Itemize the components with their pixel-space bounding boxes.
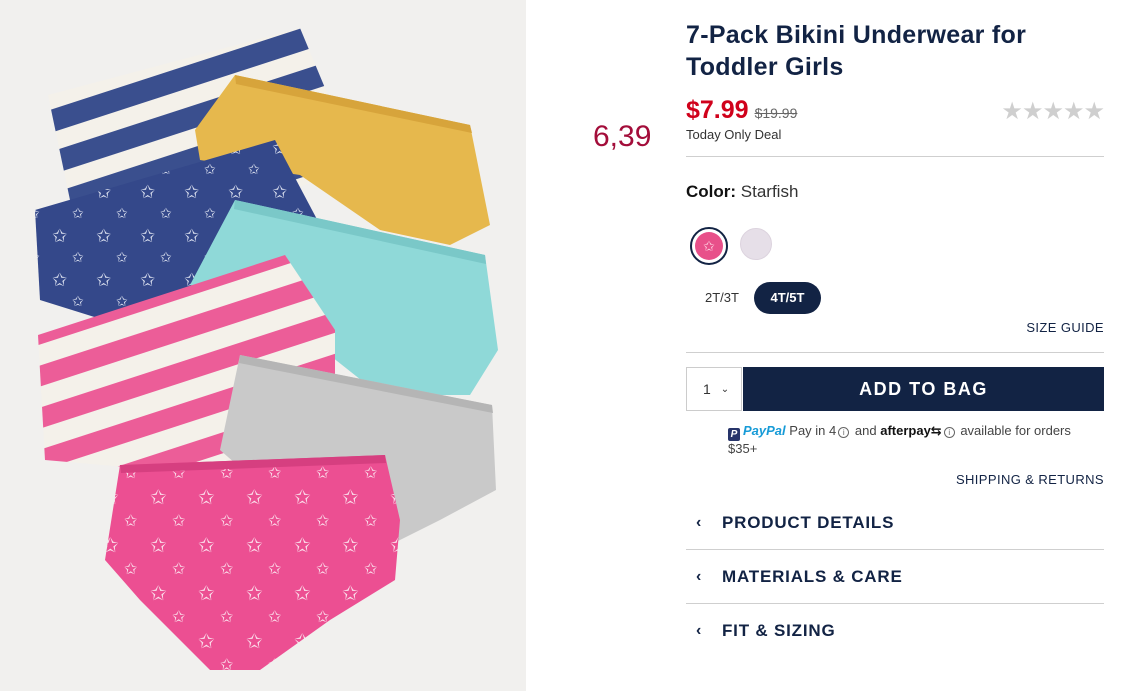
quantity-select[interactable]: 1 ⌄ [686,367,742,411]
product-image: ✩ ✩ ✩ ✩ [0,0,526,691]
product-info-panel: 7-Pack Bikini Underwear for Toddler Girl… [686,0,1105,691]
accordion-label: PRODUCT DETAILS [722,513,895,532]
divider [686,352,1104,353]
shipping-returns-link[interactable]: SHIPPING & RETURNS [956,472,1104,487]
info-icon[interactable]: i [838,427,850,438]
and-text: and [854,423,877,438]
quantity-value: 1 [703,381,711,397]
paypal-logo: PayPal [743,423,786,438]
paypal-text: Pay in 4 [789,423,837,438]
accordion-materials-care[interactable]: ‹ MATERIALS & CARE [686,557,1104,597]
add-to-bag-button[interactable]: ADD TO BAG [743,367,1104,411]
size-option-2t-3t[interactable]: 2T/3T [690,282,754,314]
chevron-left-icon: ‹ [696,622,702,639]
deal-label: Today Only Deal [686,127,782,142]
size-guide-link[interactable]: SIZE GUIDE [1026,320,1104,335]
swatch-lavender[interactable] [740,228,772,260]
divider [686,156,1104,157]
rating-stars-icon[interactable]: ★★★★★ [1001,97,1105,126]
afterpay-icon: ⇆ [930,423,942,438]
accordion-label: MATERIALS & CARE [722,567,903,586]
divider [686,603,1104,604]
color-label: Color: Starfish [686,182,798,202]
original-price: $19.99 [754,105,798,121]
product-title: 7-Pack Bikini Underwear for Toddler Girl… [686,21,1027,81]
color-selected-name: Starfish [740,182,799,201]
underwear-pack-image: ✩ ✩ ✩ ✩ [35,28,498,670]
info-icon[interactable]: i [943,427,955,438]
accordion-fit-sizing[interactable]: ‹ FIT & SIZING [686,611,1104,651]
swatch-starfish[interactable]: ✩ [690,227,728,265]
accordion-label: FIT & SIZING [722,621,836,640]
paypal-icon: P [728,428,740,441]
starfish-icon: ✩ [695,232,723,260]
color-label-key: Color: [686,182,737,201]
afterpay-logo: afterpay [880,423,931,438]
converted-price-annotation: 6,39 [593,120,652,153]
size-option-4t-5t[interactable]: 4T/5T [754,282,821,314]
chevron-down-icon: ⌄ [720,383,730,395]
price-row: $7.99 $19.99 [686,96,797,125]
divider [686,549,1104,550]
accordion-product-details[interactable]: ‹ PRODUCT DETAILS [686,503,1104,543]
sale-price: $7.99 [686,96,749,124]
chevron-left-icon: ‹ [696,568,702,585]
chevron-left-icon: ‹ [696,514,702,531]
payment-options-message: P PayPal Pay in 4i and afterpay⇆ i availab… [728,423,1088,457]
